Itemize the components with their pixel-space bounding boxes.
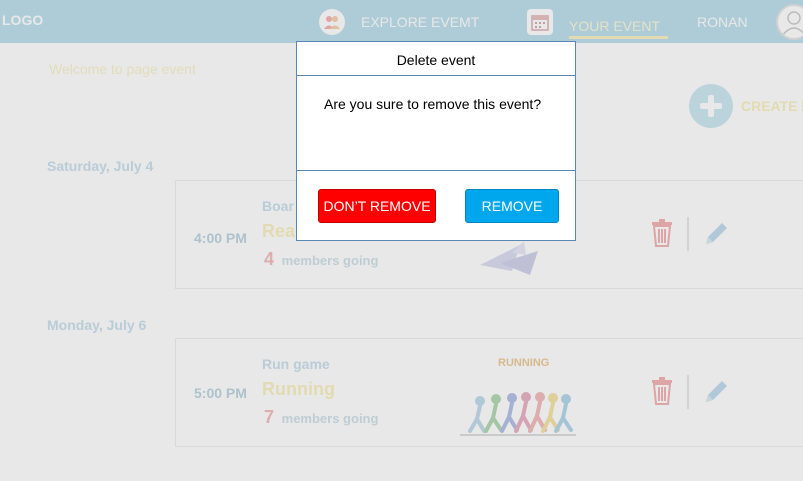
- dont-remove-button[interactable]: DON’T REMOVE: [318, 189, 436, 223]
- delete-event-dialog: Delete event Are you sure to remove this…: [296, 41, 576, 241]
- dialog-message: Are you sure to remove this event?: [324, 96, 542, 112]
- remove-button[interactable]: REMOVE: [465, 189, 559, 223]
- dialog-title: Delete event: [297, 42, 575, 76]
- dialog-divider: [297, 170, 575, 171]
